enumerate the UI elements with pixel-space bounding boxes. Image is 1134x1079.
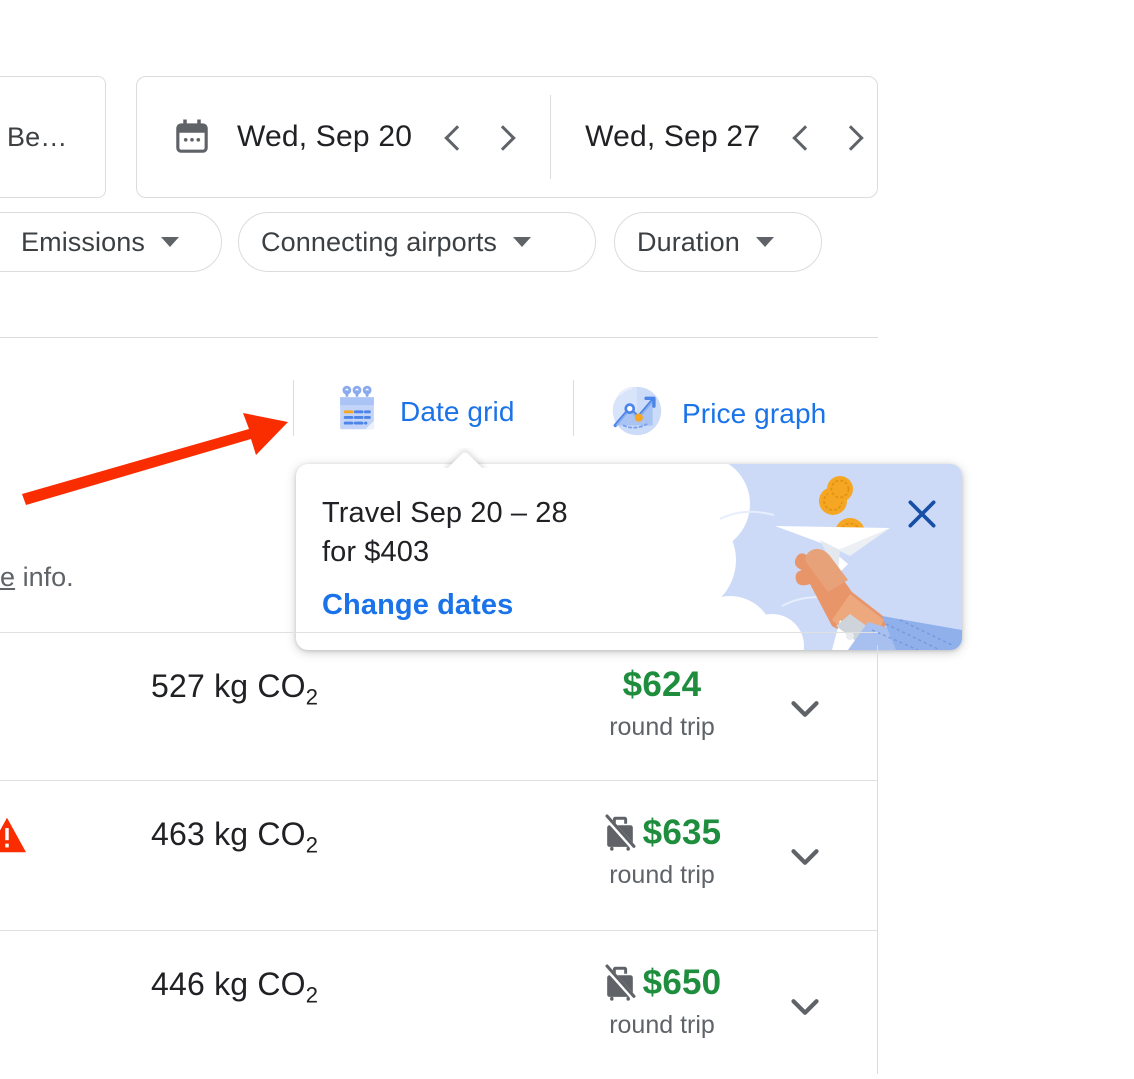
assistance-rest: info. — [15, 562, 74, 592]
return-date-text: Wed, Sep 27 — [585, 120, 761, 153]
depart-prev-day-button[interactable] — [434, 117, 474, 157]
emissions-value: 446 kg CO2 — [151, 966, 319, 1008]
emissions-value: 463 kg CO2 — [151, 816, 319, 858]
table-row[interactable]: 463 kg CO2 $635 round trip — [0, 781, 878, 929]
table-row[interactable]: 527 kg CO2 $624 round trip — [0, 633, 878, 781]
price-value: $624 — [622, 665, 702, 704]
connecting-airports-filter-chip[interactable]: Connecting airports — [238, 212, 596, 272]
price-value: $635 — [642, 813, 722, 852]
table-row[interactable]: 446 kg CO2 $650 round trip — [0, 931, 878, 1079]
connecting-airports-filter-label: Connecting airports — [261, 226, 498, 257]
price-line: $650 — [603, 963, 722, 1003]
expand-flight-details-button[interactable] — [782, 685, 828, 731]
emissions-filter-label: Emissions — [21, 226, 145, 257]
view-divider-left — [293, 380, 294, 436]
date-range-picker[interactable]: Wed, Sep 20 Wed, Sep 27 — [136, 76, 878, 198]
price-block: $635 round trip — [562, 813, 762, 890]
no-carry-on-bag-icon — [603, 814, 637, 852]
date-grid-label: Date grid — [400, 395, 515, 427]
section-divider — [0, 337, 878, 338]
promo-text-block: Travel Sep 20 – 28 for $403 Change dates — [322, 494, 722, 622]
price-block: $650 round trip — [562, 963, 762, 1040]
trip-type-label: round trip — [609, 861, 715, 889]
assistance-info-note: sistance info. — [0, 562, 74, 593]
view-toggle-bar: Date grid Price graph — [0, 370, 878, 446]
date-grid-icon — [330, 382, 384, 441]
emissions-filter-chip[interactable]: Emissions — [0, 212, 222, 272]
warning-icon — [0, 816, 28, 859]
travel-dates-promo-card: Travel Sep 20 – 28 for $403 Change dates — [296, 464, 962, 650]
close-icon[interactable] — [902, 494, 942, 534]
return-prev-day-button[interactable] — [782, 117, 822, 157]
date-grid-button[interactable]: Date grid — [330, 382, 515, 441]
price-value: $650 — [642, 963, 722, 1002]
origin-filter-chip[interactable]: Be… — [0, 76, 106, 198]
origin-filter-label: Be… — [7, 121, 68, 152]
price-block: $624 round trip — [562, 665, 762, 742]
price-graph-button[interactable]: Price graph — [608, 382, 826, 445]
assistance-link[interactable]: sistance — [0, 562, 15, 592]
price-graph-label: Price graph — [682, 397, 827, 429]
depart-date-text: Wed, Sep 20 — [237, 120, 413, 153]
change-dates-link[interactable]: Change dates — [322, 589, 722, 622]
trip-type-label: round trip — [609, 713, 715, 741]
trip-type-label: round trip — [609, 1011, 715, 1039]
depart-date-segment[interactable]: Wed, Sep 20 — [137, 77, 528, 197]
price-line: $624 — [623, 665, 702, 705]
price-graph-icon — [608, 382, 666, 445]
duration-filter-label: Duration — [637, 226, 740, 257]
expand-flight-details-button[interactable] — [782, 833, 828, 879]
promo-line-2: for $403 — [322, 536, 430, 568]
chevron-down-icon — [755, 237, 774, 247]
paper-plane-illustration — [628, 464, 962, 650]
chevron-down-icon — [160, 237, 179, 247]
expand-flight-details-button[interactable] — [782, 983, 828, 1029]
view-divider-right — [573, 380, 574, 436]
emissions-value: 527 kg CO2 — [151, 668, 319, 710]
chevron-down-icon — [513, 237, 532, 247]
calendar-icon — [171, 116, 213, 158]
return-next-day-button[interactable] — [836, 117, 876, 157]
depart-next-day-button[interactable] — [488, 117, 528, 157]
promo-card-pointer — [443, 448, 487, 468]
promo-line-1: Travel Sep 20 – 28 — [322, 497, 568, 529]
no-carry-on-bag-icon — [603, 964, 637, 1002]
duration-filter-chip[interactable]: Duration — [614, 212, 822, 272]
return-date-segment[interactable]: Wed, Sep 27 — [551, 77, 876, 197]
price-line: $635 — [603, 813, 722, 853]
